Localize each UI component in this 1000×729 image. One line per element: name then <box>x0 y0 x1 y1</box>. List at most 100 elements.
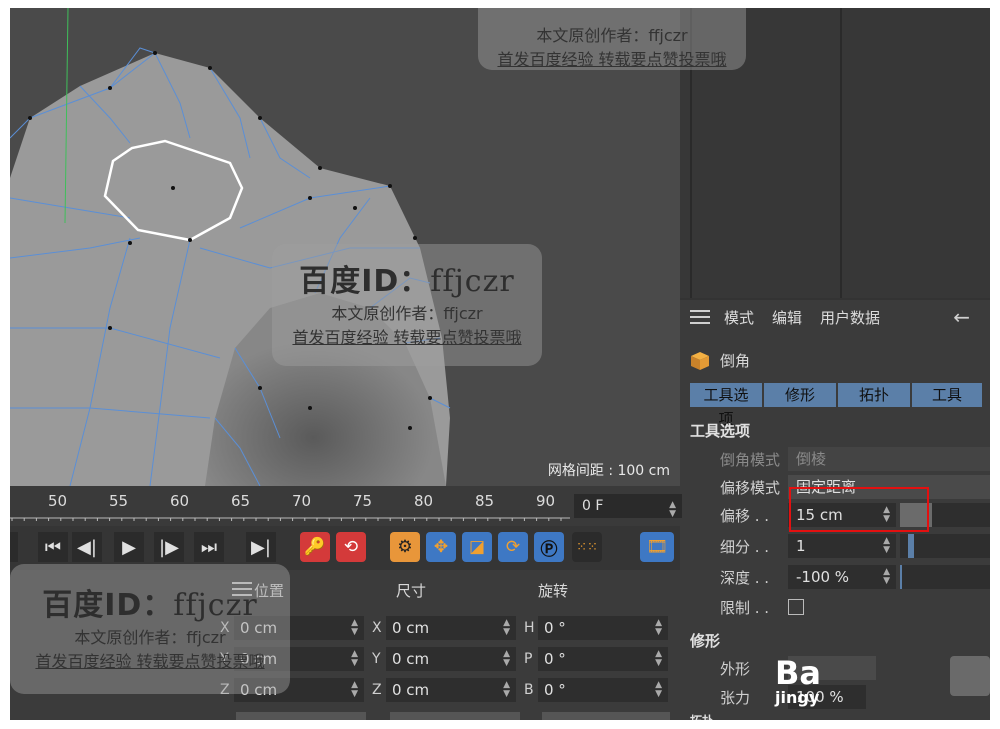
depth-value: -100 % <box>796 568 850 586</box>
watermark-line1: 本文原创作者：ffjczr <box>74 628 226 647</box>
spinner-arrows-icon[interactable]: ▲ ▼ <box>503 681 510 699</box>
size-z-row: Z 0 cm ▲ ▼ <box>372 678 516 702</box>
tab-shaping[interactable]: 修形 <box>764 383 836 407</box>
tick-label: 85 <box>475 492 495 510</box>
tick-label: 60 <box>170 492 190 510</box>
bevel-mode-dropdown[interactable]: 倒棱 <box>788 447 990 471</box>
depth-input[interactable]: -100 % ▲ ▼ <box>788 565 896 589</box>
size-x-input[interactable]: 0 cm ▲ ▼ <box>386 616 516 640</box>
depth-label: 深度 . . <box>720 568 770 587</box>
spinner-arrows-icon[interactable]: ▲ ▼ <box>503 650 510 668</box>
tab-tools[interactable]: 工具 <box>912 383 982 407</box>
rotation-b-row: B 0 ° ▲ ▼ <box>524 678 668 702</box>
spinner-arrows-icon[interactable]: ▲ ▼ <box>351 650 358 668</box>
grid-spacing-readout: 网格间距 : 100 cm <box>547 463 670 479</box>
subdivision-slider[interactable] <box>900 534 990 558</box>
watermark-title-b: ffjczr <box>173 588 258 623</box>
size-z-input[interactable]: 0 cm ▲ ▼ <box>386 678 516 702</box>
axis-label: X <box>372 620 382 636</box>
spinner-arrows-icon[interactable]: ▲ ▼ <box>883 568 890 586</box>
back-arrow-icon[interactable]: ← <box>953 305 970 329</box>
rotation-b-value: 0 ° <box>544 681 566 699</box>
axis-label: P <box>524 651 533 667</box>
apply-button[interactable] <box>542 712 670 720</box>
menu-mode[interactable]: 模式 <box>724 307 754 328</box>
timeline-ruler[interactable]: 50 55 60 65 70 75 80 85 90 0 F ▲ ▼ <box>10 486 682 526</box>
rotation-p-input[interactable]: 0 ° ▲ ▼ <box>538 647 668 671</box>
spinner-arrows-icon[interactable]: ▲ ▼ <box>503 619 510 637</box>
section-shaping: 修形 <box>690 632 721 650</box>
keyframe-selection-icon[interactable]: ⚙ <box>390 532 420 562</box>
spinner-arrows-icon[interactable]: ▲ ▼ <box>655 650 662 668</box>
c4d-window: 网格间距 : 100 cm 模式 编辑 用户数据 ← 倒角 工具选项 修形 拓扑… <box>10 8 990 720</box>
tick-label: 55 <box>109 492 129 510</box>
tab-tool-options[interactable]: 工具选项 <box>690 383 762 428</box>
spinner-arrows-icon[interactable]: ▲ ▼ <box>669 501 676 519</box>
menu-edit[interactable]: 编辑 <box>772 307 802 328</box>
watermark-top: 本文原创作者：ffjczr 首发百度经验 转载要点赞投票哦 <box>478 8 746 70</box>
subdivision-input[interactable]: 1 ▲ ▼ <box>788 534 896 558</box>
section-tool-options: 工具选项 <box>690 422 751 440</box>
panel-divider <box>840 8 842 298</box>
menu-user-data[interactable]: 用户数据 <box>820 307 880 328</box>
point-level-icon[interactable]: ⁙⁙ <box>572 532 602 562</box>
slider-handle[interactable] <box>900 565 902 589</box>
section-topology: 拓扑 <box>690 712 714 720</box>
axis-label: H <box>524 620 535 636</box>
prev-key-button[interactable]: ◀| <box>72 532 102 562</box>
watermark-title-a: 百度ID： <box>42 588 174 623</box>
watermark-title-a: 百度ID： <box>299 264 431 299</box>
rotation-b-input[interactable]: 0 ° ▲ ▼ <box>538 678 668 702</box>
object-header: 倒角 <box>690 350 750 371</box>
goto-last-button[interactable]: ▶| <box>246 532 276 562</box>
transport-edge <box>10 532 18 562</box>
scale-key-icon[interactable]: ◪ <box>462 532 492 562</box>
spinner-arrows-icon[interactable]: ▲ ▼ <box>655 681 662 699</box>
object-mode-dropdown[interactable] <box>236 712 366 720</box>
bevel-mode-row: 倒角模式 倒棱 <box>720 446 990 472</box>
rotate-key-icon[interactable]: ⟳ <box>498 532 528 562</box>
current-frame-field[interactable]: 0 F ▲ ▼ <box>574 494 682 519</box>
attribute-tabs: 工具选项 修形 拓扑 工具 <box>690 383 984 428</box>
slider-handle[interactable] <box>908 534 914 558</box>
header-size: 尺寸 <box>396 582 427 600</box>
film-strip-icon[interactable]: 🎞 <box>640 532 674 562</box>
param-key-icon[interactable]: Ⓟ <box>534 532 564 562</box>
spinner-arrows-icon[interactable]: ▲ ▼ <box>655 619 662 637</box>
rotation-h-value: 0 ° <box>544 619 566 637</box>
spinner-arrows-icon[interactable]: ▲ ▼ <box>351 619 358 637</box>
axis-label: B <box>524 682 534 698</box>
tab-topology[interactable]: 拓扑 <box>838 383 910 407</box>
hamburger-menu-icon[interactable] <box>690 310 710 324</box>
tick-label: 65 <box>231 492 251 510</box>
watermark-line1: 本文原创作者：ffjczr <box>536 26 688 45</box>
subdivision-row: 细分 . . 1 ▲ ▼ <box>720 533 990 559</box>
goto-end-button[interactable]: ⏭ <box>194 532 224 562</box>
play-button[interactable]: ▶ <box>114 532 144 562</box>
spinner-arrows-icon[interactable]: ▲ ▼ <box>883 537 890 555</box>
tick-label: 70 <box>292 492 312 510</box>
bevel-mode-label: 倒角模式 <box>720 450 781 469</box>
depth-slider[interactable] <box>900 565 990 589</box>
tick-label: 90 <box>536 492 556 510</box>
rotation-h-input[interactable]: 0 ° ▲ ▼ <box>538 616 668 640</box>
autokey-icon[interactable]: ⟲ <box>336 532 366 562</box>
subdivision-label: 细分 . . <box>720 537 770 556</box>
tick-label: 80 <box>414 492 434 510</box>
limit-checkbox[interactable] <box>788 599 804 615</box>
record-key-icon[interactable]: 🔑 <box>300 532 330 562</box>
size-y-input[interactable]: 0 cm ▲ ▼ <box>386 647 516 671</box>
move-key-icon[interactable]: ✥ <box>426 532 456 562</box>
size-x-value: 0 cm <box>392 619 430 637</box>
spinner-arrows-icon[interactable]: ▲ ▼ <box>351 681 358 699</box>
next-key-button[interactable]: |▶ <box>154 532 184 562</box>
axis-label: Z <box>372 682 382 698</box>
watermark-line1: 本文原创作者：ffjczr <box>331 304 483 323</box>
subdivision-value: 1 <box>796 537 806 555</box>
goto-start-button[interactable]: ⏮ <box>38 532 68 562</box>
offset-highlight-box <box>789 487 929 532</box>
tick-label: 75 <box>353 492 373 510</box>
size-mode-dropdown[interactable] <box>390 712 520 720</box>
tick-label: 50 <box>48 492 68 510</box>
watermark-title-b: ffjczr <box>430 264 515 299</box>
